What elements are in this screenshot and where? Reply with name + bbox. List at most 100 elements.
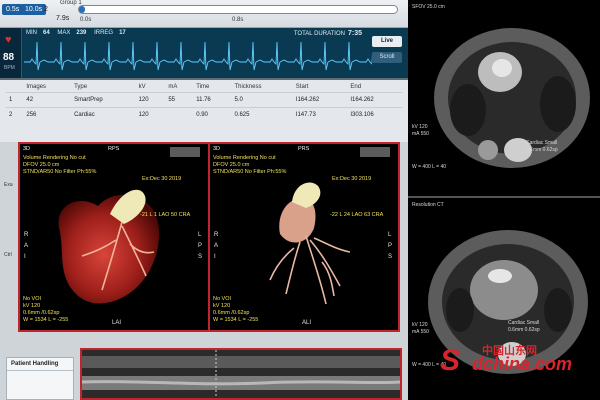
vr-viewport-right[interactable]: 3D PRS Volume Rendering No cut DFOV 25.0… bbox=[210, 144, 398, 330]
orientation-right: L P S bbox=[198, 232, 203, 260]
live-button[interactable]: Live bbox=[372, 36, 402, 47]
ct-ma: mA 550 bbox=[412, 131, 429, 137]
irreg-value: 17 bbox=[119, 30, 126, 36]
heart-rate-box: ♥ 88 BPM bbox=[0, 28, 22, 78]
voi-label: No VOI bbox=[213, 296, 232, 302]
tick-label: 0.8s bbox=[232, 17, 244, 23]
column-header: mA bbox=[168, 84, 178, 90]
column-header: Start bbox=[295, 84, 309, 90]
table-header-row: Images Type kV mA Time Thickness Start E… bbox=[6, 82, 402, 93]
total-duration-value: 7:35 bbox=[347, 30, 362, 37]
window-label: W = 1534 L = -255 bbox=[23, 317, 69, 323]
voi-label: No VOI bbox=[23, 296, 42, 302]
orientation-left: R A I bbox=[24, 232, 29, 260]
ct-kv: kV 120 bbox=[412, 322, 428, 328]
table-cell: 55 bbox=[165, 92, 194, 108]
ct-viewport-top[interactable]: SFOV 25.0 cm kV 120 mA 550 W = 400 L = 4… bbox=[408, 0, 600, 196]
dfov-label: DFOV 25.0 cm bbox=[213, 162, 250, 168]
table-row[interactable]: 1 42 SmartPrep 120 55 11.76 5.0 I164.262… bbox=[6, 92, 402, 108]
volume-rendering-frame: 3D RPS Volume Rendering No cut DFOV 25.0… bbox=[18, 142, 400, 332]
min-label: MIN bbox=[26, 30, 37, 36]
table-cell: I164.262 bbox=[347, 92, 402, 108]
heart-rate-unit: BPM bbox=[4, 65, 15, 71]
kv-label: kV 120 bbox=[23, 303, 41, 309]
orientation-bottom: LAI bbox=[112, 320, 122, 326]
side-tab[interactable]: Exa bbox=[4, 182, 13, 188]
kv-label: kV 120 bbox=[213, 303, 231, 309]
column-header: Type bbox=[74, 84, 88, 90]
column-header bbox=[6, 82, 23, 93]
min-value: 64 bbox=[43, 30, 50, 36]
orientation-top: PRS bbox=[298, 146, 310, 152]
tick-label: 0.0s bbox=[80, 17, 92, 23]
ct-slice: 0.6mm 0.62sp bbox=[508, 327, 540, 333]
exam-date: Ex:Dec 30 2019 bbox=[142, 176, 182, 182]
column-header: Images bbox=[26, 84, 47, 90]
total-duration: TOTAL DURATION 7:35 bbox=[294, 30, 362, 37]
table-row[interactable]: 2 256 Cardiac 120 0.90 0.625 I147.73 I30… bbox=[6, 107, 402, 122]
table-cell: 5.0 bbox=[231, 92, 293, 108]
table-cell: 120 bbox=[135, 107, 166, 122]
table-cell: I303.106 bbox=[347, 107, 402, 122]
group-index: 2 bbox=[44, 6, 48, 13]
watermark-s: S bbox=[440, 344, 461, 377]
orientation-right: L P S bbox=[388, 232, 393, 260]
render-title: Volume Rendering No cut bbox=[213, 155, 276, 161]
dfov-label: DFOV 25.0 cm bbox=[23, 162, 60, 168]
heart-icon: ♥ bbox=[5, 34, 12, 46]
table-cell: 2 bbox=[6, 107, 24, 122]
heart-rate-value: 88 bbox=[3, 52, 15, 63]
orientation-top: RPS bbox=[108, 146, 120, 152]
group-duration: 7.9s bbox=[56, 15, 70, 22]
ct-slice: 0.6mm 0.62sp bbox=[526, 147, 558, 153]
table-cell: 0.90 bbox=[193, 107, 232, 122]
table-cell: 120 bbox=[135, 92, 166, 108]
filter-label: STND/AR50 No Filter Ph:55% bbox=[213, 169, 287, 175]
group-label: Group 1 bbox=[60, 0, 82, 6]
ct-cardiac: Cardiac Small bbox=[508, 320, 540, 326]
thickness-label: 0.6mm /0.62sp bbox=[23, 310, 60, 316]
watermark-logo: S 中国山东网 dchina.com bbox=[440, 342, 590, 382]
work-area: Exa Ctrl 3D RPS Volume Rendering No cut … bbox=[0, 142, 408, 400]
redacted-box bbox=[170, 147, 200, 157]
table-cell: 42 bbox=[23, 92, 72, 108]
ecg-stats: MIN 64 MAX 239 IRREG 17 bbox=[26, 30, 126, 36]
ct-header: Resolution CT bbox=[412, 202, 444, 208]
table-cell: 0.625 bbox=[231, 107, 293, 122]
vessel-reformat-image bbox=[82, 350, 400, 398]
orientation-bottom: ALI bbox=[302, 320, 312, 326]
table-cell: SmartPrep bbox=[71, 92, 136, 108]
series-table-area: Images Type kV mA Time Thickness Start E… bbox=[0, 80, 408, 142]
series-table: Images Type kV mA Time Thickness Start E… bbox=[6, 82, 402, 122]
time-chip[interactable]: 10.0s bbox=[21, 4, 47, 15]
table-cell: Cardiac bbox=[71, 107, 136, 122]
ct-cardiac: Cardiac Small bbox=[526, 140, 558, 146]
watermark-domain: dchina.com bbox=[472, 354, 573, 374]
column-header: End bbox=[350, 84, 362, 90]
filter-label: STND/AR50 No Filter Ph:55% bbox=[23, 169, 97, 175]
timeline-bar: 0.5s 10.0s 2 7.9s Group 1 0.0s 0.8s bbox=[0, 0, 408, 28]
table-cell: I164.262 bbox=[292, 92, 348, 108]
irreg-label: IRREG bbox=[94, 30, 114, 36]
ct-kv: kV 120 bbox=[412, 124, 428, 130]
ct-ma: mA 550 bbox=[412, 329, 429, 335]
mode-label: 3D bbox=[213, 146, 221, 152]
orientation-left: R A I bbox=[214, 232, 219, 260]
side-tab[interactable]: Ctrl bbox=[4, 252, 12, 258]
patient-handling-panel[interactable]: Patient Handling bbox=[6, 357, 74, 400]
ecg-waveform bbox=[24, 41, 372, 71]
table-cell: 256 bbox=[23, 107, 72, 122]
scroll-button[interactable]: Scroll bbox=[372, 52, 402, 63]
ct-axial-column: SFOV 25.0 cm kV 120 mA 550 W = 400 L = 4… bbox=[408, 0, 600, 400]
vr-viewport-left[interactable]: 3D RPS Volume Rendering No cut DFOV 25.0… bbox=[20, 144, 208, 330]
view-angle: -21 L 1 LAO 50 CRA bbox=[140, 212, 191, 218]
patient-handling-title: Patient Handling bbox=[7, 358, 73, 371]
thickness-label: 0.6mm /0.62sp bbox=[213, 310, 250, 316]
column-header: kV bbox=[138, 84, 146, 90]
redacted-box bbox=[360, 147, 390, 157]
timeline-track[interactable] bbox=[78, 5, 398, 14]
mode-label: 3D bbox=[23, 146, 31, 152]
curved-reformat-viewport[interactable] bbox=[80, 348, 402, 400]
total-duration-label: TOTAL DURATION bbox=[293, 31, 345, 37]
ecg-monitor: ♥ 88 BPM MIN 64 MAX 239 IRREG 17 TOTAL DURA… bbox=[0, 28, 408, 80]
